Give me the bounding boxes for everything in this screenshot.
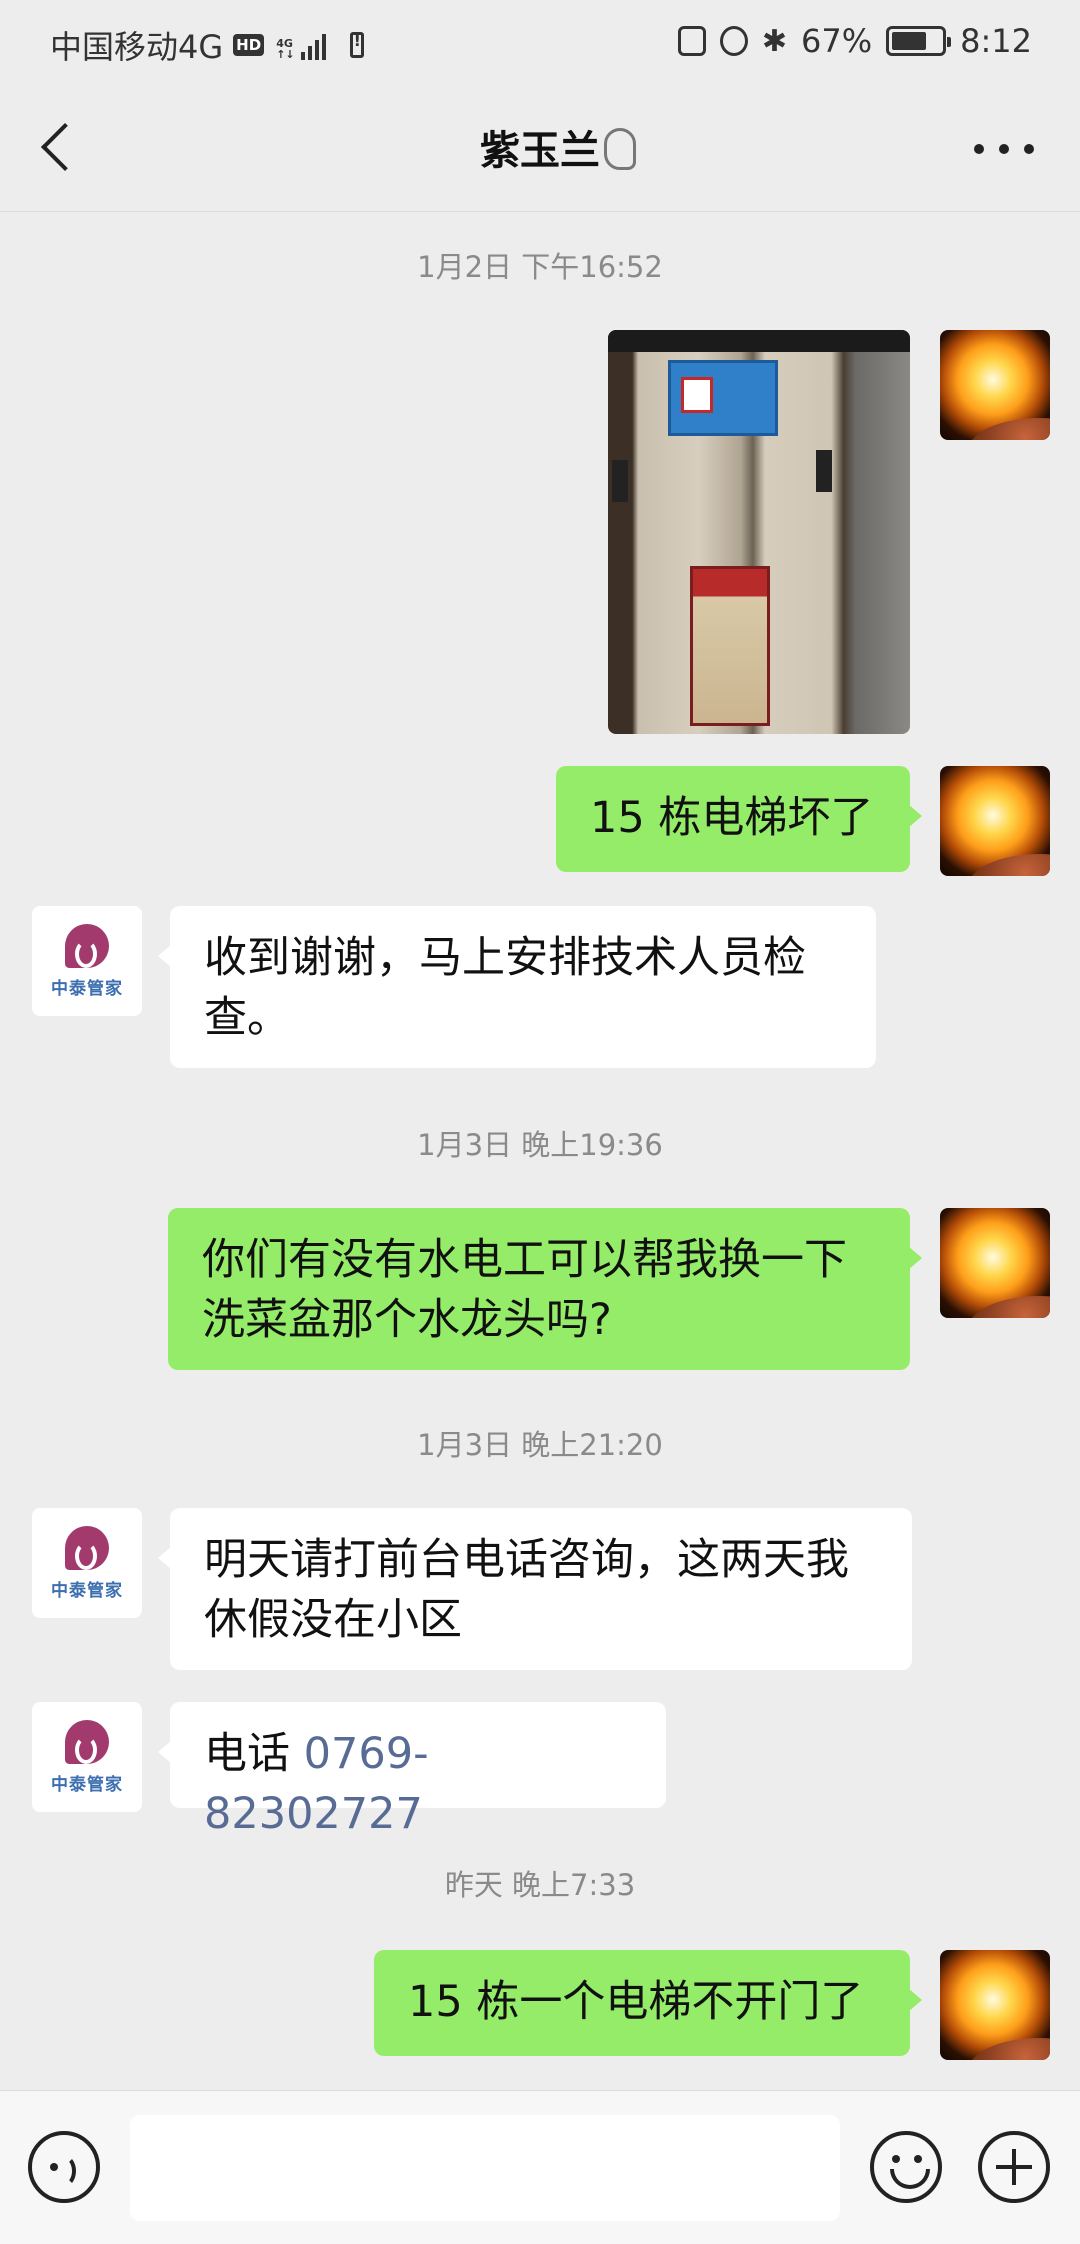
message-input[interactable] [130, 2115, 840, 2221]
chat-title: 紫玉兰 [480, 128, 600, 174]
sent-message[interactable]: 你们有没有水电工可以帮我换一下洗菜盆那个水龙头吗? [168, 1208, 922, 1370]
status-bar: 中国移动4G HD 4G↑↓ ✱ 67% 8:12 [0, 0, 1080, 88]
sent-message[interactable]: 15 栋电梯坏了 [556, 766, 922, 872]
logo-text: 中泰管家 [51, 1580, 123, 1601]
chat-header: 紫玉兰 [0, 88, 1080, 212]
nfc-icon [677, 26, 706, 56]
carrier-info: 中国移动4G HD 4G ↑↓ [50, 22, 364, 68]
more-options-button[interactable] [974, 134, 1034, 164]
logo-icon [65, 1525, 109, 1570]
voice-input-button[interactable] [28, 2131, 100, 2203]
bluetooth-icon: ✱ [761, 23, 788, 59]
received-message[interactable]: 明天请打前台电话咨询，这两天我休假没在小区 [158, 1508, 912, 1670]
contact-avatar[interactable]: 中泰管家 [32, 1702, 142, 1812]
my-avatar[interactable] [940, 1208, 1050, 1318]
my-avatar[interactable] [940, 766, 1050, 876]
more-actions-button[interactable] [978, 2131, 1050, 2203]
emoji-button[interactable] [870, 2131, 942, 2203]
message-list[interactable]: 1月2日 下午16:52 15 栋电梯坏了 中泰管家 收到谢谢，马上安排技术人员… [0, 212, 1080, 2090]
logo-text: 中泰管家 [51, 978, 123, 999]
battery-percent: 67% [801, 22, 873, 60]
hd-badge: HD [233, 34, 265, 56]
logo-icon [65, 1719, 109, 1764]
logo-text: 中泰管家 [51, 1774, 123, 1795]
alarm-icon [719, 26, 748, 56]
signal-icon: 4G ↑↓ [276, 30, 326, 60]
contact-avatar[interactable]: 中泰管家 [32, 906, 142, 1016]
timestamp: 昨天 晚上7:33 [444, 1868, 636, 1902]
sent-message[interactable]: 15 栋一个电梯不开门了 [374, 1950, 922, 2056]
timestamp: 1月3日 晚上19:36 [417, 1128, 663, 1162]
my-avatar[interactable] [940, 1950, 1050, 2060]
timestamp: 1月3日 晚上21:20 [417, 1428, 663, 1462]
image-message[interactable] [608, 330, 910, 734]
input-bar [0, 2090, 1080, 2244]
carrier-label: 中国移动4G [50, 28, 224, 66]
received-message[interactable]: 收到谢谢，马上安排技术人员检查。 [158, 906, 876, 1068]
my-avatar[interactable] [940, 330, 1050, 440]
status-right: ✱ 67% 8:12 [677, 22, 1032, 60]
message-text: 电话 [204, 1729, 304, 1779]
timestamp: 1月2日 下午16:52 [417, 250, 663, 284]
received-message[interactable]: 电话 0769-82302727 [158, 1702, 666, 1839]
logo-icon [65, 923, 109, 968]
earpiece-mode-icon [604, 128, 636, 170]
contact-avatar[interactable]: 中泰管家 [32, 1508, 142, 1618]
battery-icon [886, 26, 952, 56]
battery-alert-icon [349, 31, 364, 58]
clock: 8:12 [960, 22, 1032, 60]
